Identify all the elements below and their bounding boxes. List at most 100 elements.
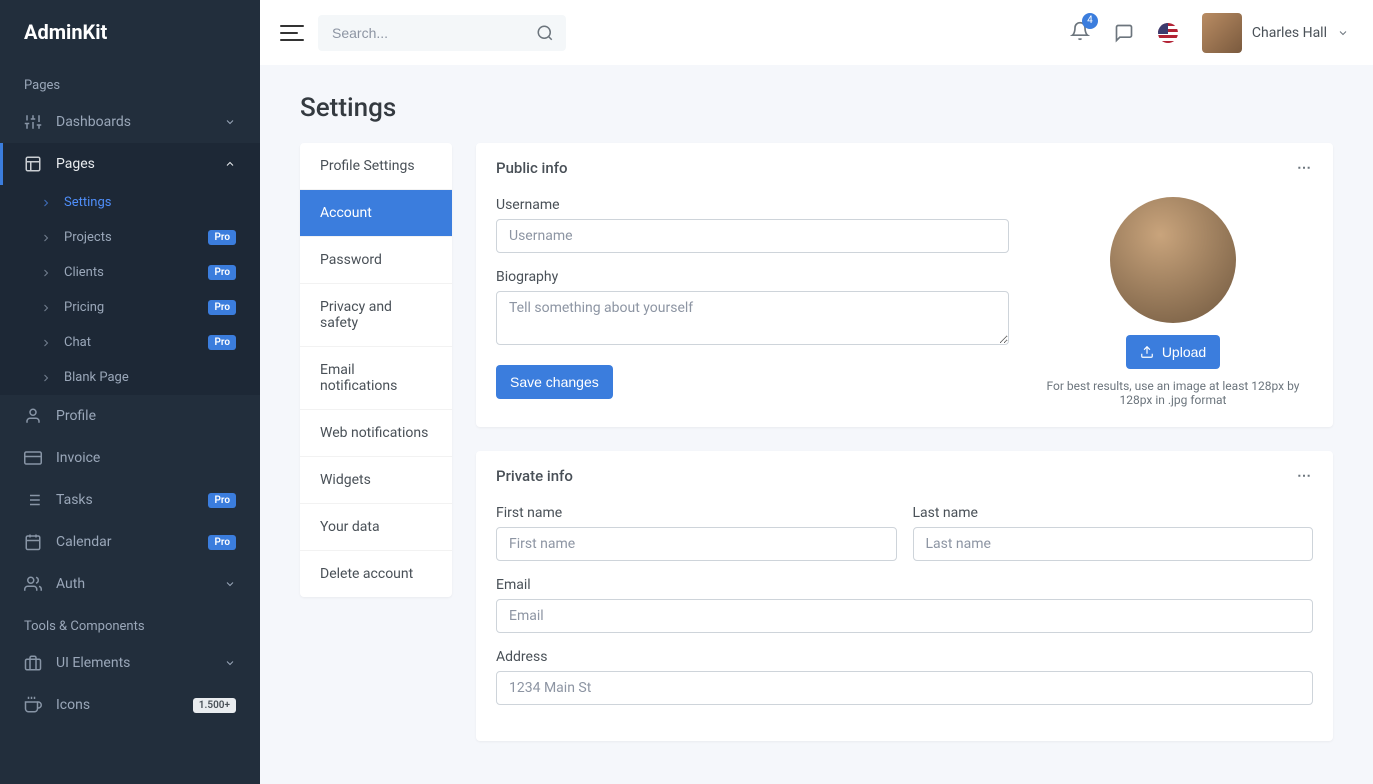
- last-name-input[interactable]: [913, 527, 1314, 561]
- chevron-down-icon: [224, 578, 236, 590]
- user-name: Charles Hall: [1252, 25, 1327, 41]
- sidebar-subitem-clients[interactable]: Clients Pro: [0, 255, 260, 290]
- page-title: Settings: [300, 93, 1333, 123]
- notifications-button[interactable]: 4: [1070, 21, 1090, 45]
- first-name-label: First name: [496, 505, 897, 521]
- card-title: Private info: [496, 467, 573, 485]
- language-selector[interactable]: [1158, 23, 1178, 43]
- notification-count: 4: [1082, 13, 1098, 29]
- sub-label: Chat: [64, 335, 91, 350]
- first-name-input[interactable]: [496, 527, 897, 561]
- sidebar-item-dashboards[interactable]: Dashboards: [0, 101, 260, 143]
- chevron-down-icon: [224, 116, 236, 128]
- last-name-label: Last name: [913, 505, 1314, 521]
- sidebar-label: Calendar: [56, 534, 112, 550]
- briefcase-icon: [24, 654, 42, 672]
- email-label: Email: [496, 577, 1313, 593]
- sidebar-label: Icons: [56, 697, 90, 713]
- corner-arrow-icon: [40, 302, 52, 314]
- card-title: Public info: [496, 159, 568, 177]
- user-icon: [24, 407, 42, 425]
- card-actions-menu[interactable]: ⋯: [1297, 160, 1313, 176]
- users-icon: [24, 575, 42, 593]
- sidebar-item-invoice[interactable]: Invoice: [0, 437, 260, 479]
- sidebar-label: Auth: [56, 576, 85, 592]
- settings-nav-your-data[interactable]: Your data: [300, 504, 452, 551]
- sidebar-subitem-settings[interactable]: Settings: [0, 185, 260, 220]
- brand-logo[interactable]: AdminKit: [0, 0, 260, 64]
- public-info-card: Public info ⋯ Username: [476, 143, 1333, 427]
- corner-arrow-icon: [40, 337, 52, 349]
- bio-textarea[interactable]: [496, 291, 1009, 345]
- bio-label: Biography: [496, 269, 1009, 285]
- corner-arrow-icon: [40, 197, 52, 209]
- search-icon: [536, 24, 554, 42]
- sidebar-item-pages[interactable]: Pages: [0, 143, 260, 185]
- settings-nav-widgets[interactable]: Widgets: [300, 457, 452, 504]
- sidebar-subitem-projects[interactable]: Projects Pro: [0, 220, 260, 255]
- sidebar-item-ui-elements[interactable]: UI Elements: [0, 642, 260, 684]
- layout-icon: [24, 155, 42, 173]
- sub-label: Clients: [64, 265, 104, 280]
- upload-label: Upload: [1162, 344, 1206, 360]
- sidebar-item-tasks[interactable]: Tasks Pro: [0, 479, 260, 521]
- address-input[interactable]: [496, 671, 1313, 705]
- sidebar-item-auth[interactable]: Auth: [0, 563, 260, 605]
- settings-nav-password[interactable]: Password: [300, 237, 452, 284]
- settings-nav-web-noti[interactable]: Web notifications: [300, 410, 452, 457]
- sidebar-label: Invoice: [56, 450, 100, 466]
- card-actions-menu[interactable]: ⋯: [1297, 468, 1313, 484]
- menu-toggle[interactable]: [274, 23, 302, 43]
- settings-nav-privacy[interactable]: Privacy and safety: [300, 284, 452, 347]
- count-badge: 1.500+: [193, 698, 236, 713]
- sidebar-section-tools: Tools & Components: [0, 605, 260, 642]
- settings-nav-profile[interactable]: Profile Settings: [300, 143, 452, 190]
- sub-label: Blank Page: [64, 370, 129, 385]
- sidebar-label-pages: Pages: [56, 156, 95, 172]
- settings-nav-delete[interactable]: Delete account: [300, 551, 452, 597]
- search-input[interactable]: [318, 15, 566, 51]
- sidebar-subitem-pricing[interactable]: Pricing Pro: [0, 290, 260, 325]
- sidebar-label: Tasks: [56, 492, 93, 508]
- sidebar: AdminKit Pages Dashboards Pages Settings…: [0, 0, 260, 784]
- pro-badge: Pro: [208, 493, 236, 508]
- calendar-icon: [24, 533, 42, 551]
- chevron-up-icon: [224, 158, 236, 170]
- topbar: 4 Charles Hall: [260, 0, 1373, 65]
- settings-nav-email-noti[interactable]: Email notifications: [300, 347, 452, 410]
- corner-arrow-icon: [40, 372, 52, 384]
- sidebar-label-dashboards: Dashboards: [56, 114, 131, 130]
- pro-badge: Pro: [208, 535, 236, 550]
- sidebar-item-icons[interactable]: Icons 1.500+: [0, 684, 260, 726]
- corner-arrow-icon: [40, 267, 52, 279]
- corner-arrow-icon: [40, 232, 52, 244]
- settings-nav: Profile Settings Account Password Privac…: [300, 143, 452, 597]
- list-icon: [24, 491, 42, 509]
- pro-badge: Pro: [208, 230, 236, 245]
- pro-badge: Pro: [208, 335, 236, 350]
- chevron-down-icon: [224, 657, 236, 669]
- sub-label: Pricing: [64, 300, 104, 315]
- username-label: Username: [496, 197, 1009, 213]
- user-menu[interactable]: Charles Hall: [1202, 13, 1349, 53]
- sidebar-subitem-chat[interactable]: Chat Pro: [0, 325, 260, 360]
- settings-nav-account[interactable]: Account: [300, 190, 452, 237]
- sidebar-label: UI Elements: [56, 655, 130, 671]
- credit-card-icon: [24, 449, 42, 467]
- sidebar-sub-pages: Settings Projects Pro Clients Pro Pricin…: [0, 185, 260, 395]
- sub-label: Settings: [64, 195, 111, 210]
- sidebar-item-profile[interactable]: Profile: [0, 395, 260, 437]
- upload-icon: [1140, 345, 1154, 359]
- sidebar-item-calendar[interactable]: Calendar Pro: [0, 521, 260, 563]
- upload-button[interactable]: Upload: [1126, 335, 1220, 369]
- upload-hint: For best results, use an image at least …: [1033, 379, 1313, 407]
- email-input[interactable]: [496, 599, 1313, 633]
- chevron-down-icon: [1337, 27, 1349, 39]
- avatar: [1202, 13, 1242, 53]
- search-wrap: [318, 15, 566, 51]
- sidebar-subitem-blank[interactable]: Blank Page: [0, 360, 260, 395]
- messages-icon[interactable]: [1114, 23, 1134, 43]
- save-changes-button[interactable]: Save changes: [496, 365, 613, 399]
- username-input[interactable]: [496, 219, 1009, 253]
- sidebar-label: Profile: [56, 408, 96, 424]
